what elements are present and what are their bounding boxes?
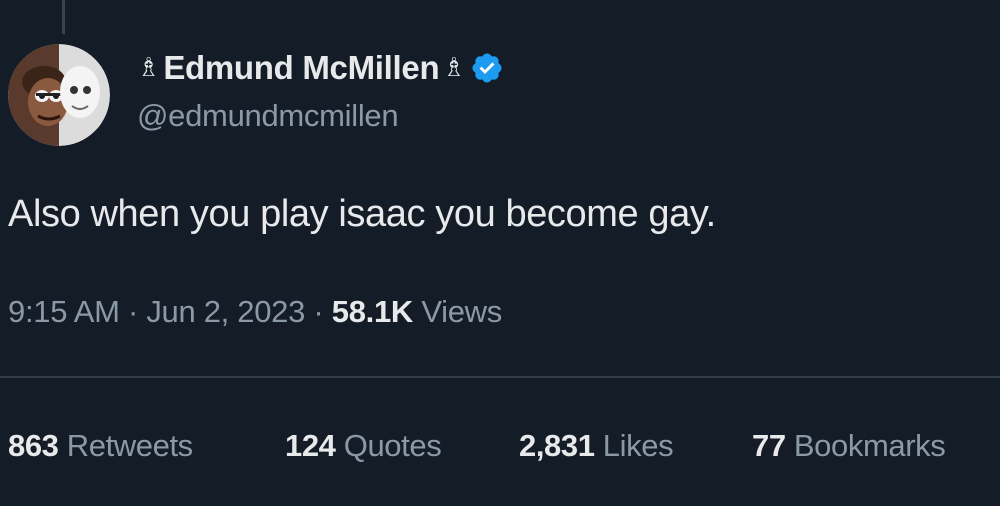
tweet-body-text: Also when you play isaac you become gay. [8,193,716,235]
tweet-meta-row: 9:15 AM · Jun 2, 2023 · 58.1K Views [8,294,502,330]
likes-label: Likes [602,428,674,463]
quotes-count: 124 [285,428,336,463]
thread-connector-line [62,0,65,34]
bishop-emoji-prefix: ♗ [137,53,161,83]
tweet-time[interactable]: 9:15 AM [8,294,120,329]
quotes-label: Quotes [343,428,442,463]
bookmarks-count: 77 [752,428,786,463]
author-name-row[interactable]: ♗ Edmund McMillen ♗ [137,48,504,88]
stats-divider [0,376,1000,378]
verified-badge-icon[interactable] [470,51,504,85]
likes-stat[interactable]: 2,831 Likes [519,428,674,464]
retweets-label: Retweets [66,428,193,463]
quotes-stat[interactable]: 124 Quotes [285,428,442,464]
retweets-count: 863 [8,428,59,463]
bookmarks-stat[interactable]: 77 Bookmarks [752,428,946,464]
avatar-image [8,44,110,146]
tweet-date[interactable]: Jun 2, 2023 [146,294,305,329]
author-display-name[interactable]: Edmund McMillen [163,49,439,87]
meta-separator-2: · [313,294,324,329]
bookmarks-label: Bookmarks [793,428,946,463]
avatar[interactable] [8,44,110,146]
likes-count: 2,831 [519,428,595,463]
author-handle[interactable]: @edmundmcmillen [137,98,399,134]
views-count[interactable]: 58.1K [332,294,414,329]
meta-separator: · [127,294,138,329]
views-label[interactable]: Views [421,294,502,329]
bishop-emoji-suffix: ♗ [442,53,466,83]
retweets-stat[interactable]: 863 Retweets [8,428,193,464]
engagement-stats: 863 Retweets 124 Quotes 2,831 Likes 77 B… [8,428,998,468]
